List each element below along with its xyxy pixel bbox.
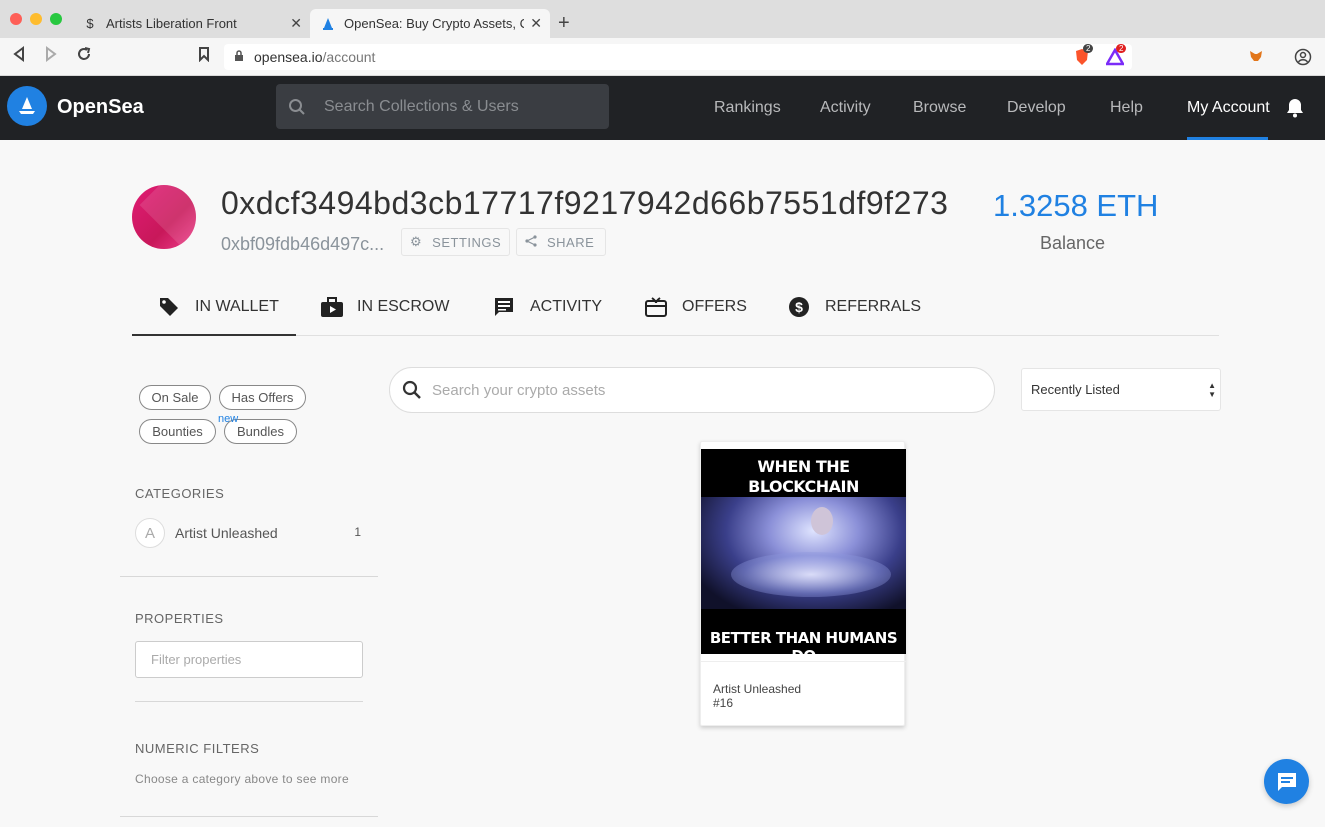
dollar-icon: $ <box>788 296 810 318</box>
chat-icon[interactable] <box>1264 759 1309 804</box>
filter-bounties[interactable]: Bounties <box>139 419 216 444</box>
settings-button[interactable]: ⚙ SETTINGS <box>401 228 510 256</box>
svg-text:$: $ <box>795 299 803 315</box>
active-nav-indicator <box>1187 137 1268 140</box>
tab-activity[interactable]: ACTIVITY <box>493 298 602 336</box>
maximize-window-button[interactable] <box>50 13 62 25</box>
tab-title: Artists Liberation Front <box>106 16 237 31</box>
reload-icon[interactable] <box>76 46 92 67</box>
category-name: Artist Unleashed <box>175 525 278 541</box>
asset-image: WHEN THE BLOCKCHAIN UNDERSTANDS YOU BETT… <box>701 449 906 654</box>
balance-label: Balance <box>1040 233 1106 253</box>
select-arrows-icon: ▲ ▼ <box>1208 381 1216 399</box>
nav-develop[interactable]: Develop <box>1007 99 1066 117</box>
close-window-button[interactable] <box>10 13 22 25</box>
bookmark-icon[interactable] <box>198 46 210 67</box>
tab-in-escrow[interactable]: IN ESCROW <box>320 296 450 336</box>
new-badge: new <box>218 413 239 425</box>
tab-label: IN ESCROW <box>357 298 450 315</box>
tab-label: REFERRALS <box>825 298 922 315</box>
nav-activity[interactable]: Activity <box>820 99 871 117</box>
tab-title: OpenSea: Buy Crypto Assets, Cr <box>344 16 524 31</box>
tag-icon <box>158 296 180 318</box>
url-bar[interactable]: opensea.io/account <box>224 44 1132 70</box>
sort-select[interactable]: Recently Listed ▲ ▼ <box>1021 368 1221 411</box>
nav-help[interactable]: Help <box>1110 99 1143 117</box>
metamask-icon[interactable] <box>1248 48 1266 66</box>
lock-icon <box>234 49 244 65</box>
category-count: 1 <box>354 525 361 539</box>
minimize-window-button[interactable] <box>30 13 42 25</box>
opensea-logo-icon[interactable] <box>7 86 47 126</box>
category-avatar: A <box>135 518 165 548</box>
tab-in-wallet[interactable]: IN WALLET <box>132 298 296 336</box>
search-icon <box>288 98 306 116</box>
sidebar-divider <box>135 701 363 702</box>
filter-properties-placeholder: Filter properties <box>151 652 242 667</box>
search-icon <box>402 380 422 400</box>
tab-referrals[interactable]: $ REFERRALS <box>788 296 922 336</box>
nav-browse[interactable]: Browse <box>913 99 966 117</box>
url-host: opensea.io <box>254 49 323 65</box>
short-address[interactable]: 0xbf09fdb46d497c... <box>221 234 384 255</box>
back-icon[interactable] <box>12 46 26 67</box>
tab-offers[interactable]: OFFERS <box>645 296 747 336</box>
share-button[interactable]: SHARE <box>516 228 606 256</box>
categories-heading: CATEGORIES <box>135 486 225 501</box>
wallet-address: 0xdcf3494bd3cb17717f9217942d66b7551df9f2… <box>221 185 949 221</box>
properties-heading: PROPERTIES <box>135 611 224 626</box>
bell-icon[interactable] <box>1286 98 1304 118</box>
profile-tabs: IN WALLET IN ESCROW ACTIVITY OFFERS $ RE… <box>132 290 1219 336</box>
numeric-filters-heading: NUMERIC FILTERS <box>135 741 260 756</box>
meme-scene <box>701 497 906 609</box>
new-tab-icon[interactable]: + <box>558 12 570 35</box>
filter-has-offers[interactable]: Has Offers <box>219 385 306 410</box>
browser-tab-bar: $ Artists Liberation Front ✕ OpenSea: Bu… <box>0 0 1325 38</box>
close-tab-icon[interactable]: ✕ <box>290 15 302 32</box>
gear-icon: ⚙ <box>410 234 423 249</box>
brand-name[interactable]: OpenSea <box>57 96 144 119</box>
tab-label: OFFERS <box>682 298 747 315</box>
avatar <box>132 185 196 249</box>
escrow-icon <box>320 296 343 318</box>
url-path: /account <box>322 49 376 65</box>
gift-card-icon <box>645 296 667 318</box>
tab-label: ACTIVITY <box>530 298 603 315</box>
asset-name: Artist Unleashed #16 <box>713 682 802 710</box>
browser-toolbar: opensea.io/account 2 2 <box>0 38 1325 76</box>
profile-icon[interactable] <box>1294 48 1312 66</box>
card-divider <box>701 661 906 662</box>
dollar-favicon-icon: $ <box>86 16 94 31</box>
brave-rewards-icon[interactable]: 2 <box>1104 44 1127 66</box>
asset-search-placeholder: Search your crypto assets <box>432 381 606 399</box>
meme-face <box>811 507 833 535</box>
filter-properties-input[interactable]: Filter properties <box>135 641 363 678</box>
search-placeholder: Search Collections & Users <box>324 97 519 115</box>
asset-search-input[interactable]: Search your crypto assets <box>389 367 995 413</box>
site-header: OpenSea Search Collections & Users Ranki… <box>0 76 1325 140</box>
eth-balance: 1.3258 ETH <box>993 188 1159 223</box>
browser-tab-opensea[interactable]: OpenSea: Buy Crypto Assets, Cr ✕ <box>310 9 550 38</box>
opensea-favicon-icon <box>320 16 336 32</box>
activity-icon <box>493 296 515 318</box>
asset-card[interactable]: WHEN THE BLOCKCHAIN UNDERSTANDS YOU BETT… <box>700 441 906 726</box>
nav-my-account[interactable]: My Account <box>1187 99 1270 117</box>
share-icon <box>525 234 537 250</box>
settings-label: SETTINGS <box>432 234 502 250</box>
brave-shields-icon[interactable]: 2 <box>1073 44 1094 66</box>
nav-rankings[interactable]: Rankings <box>714 99 781 117</box>
numeric-filters-hint: Choose a category above to see more <box>135 772 349 786</box>
close-tab-icon[interactable]: ✕ <box>530 15 542 32</box>
filter-on-sale[interactable]: On Sale <box>139 385 211 410</box>
sidebar-divider <box>120 576 378 577</box>
sort-value: Recently Listed <box>1031 382 1120 397</box>
browser-tab-artists[interactable]: $ Artists Liberation Front ✕ <box>72 9 310 38</box>
tab-label: IN WALLET <box>195 298 279 315</box>
site-search-input[interactable]: Search Collections & Users <box>276 84 609 129</box>
forward-icon[interactable] <box>44 46 58 67</box>
meme-bottom-text: BETTER THAN HUMANS DO <box>709 629 898 654</box>
share-label: SHARE <box>547 234 595 250</box>
sidebar-divider <box>120 816 378 817</box>
category-item[interactable]: A Artist Unleashed 1 <box>135 518 363 548</box>
